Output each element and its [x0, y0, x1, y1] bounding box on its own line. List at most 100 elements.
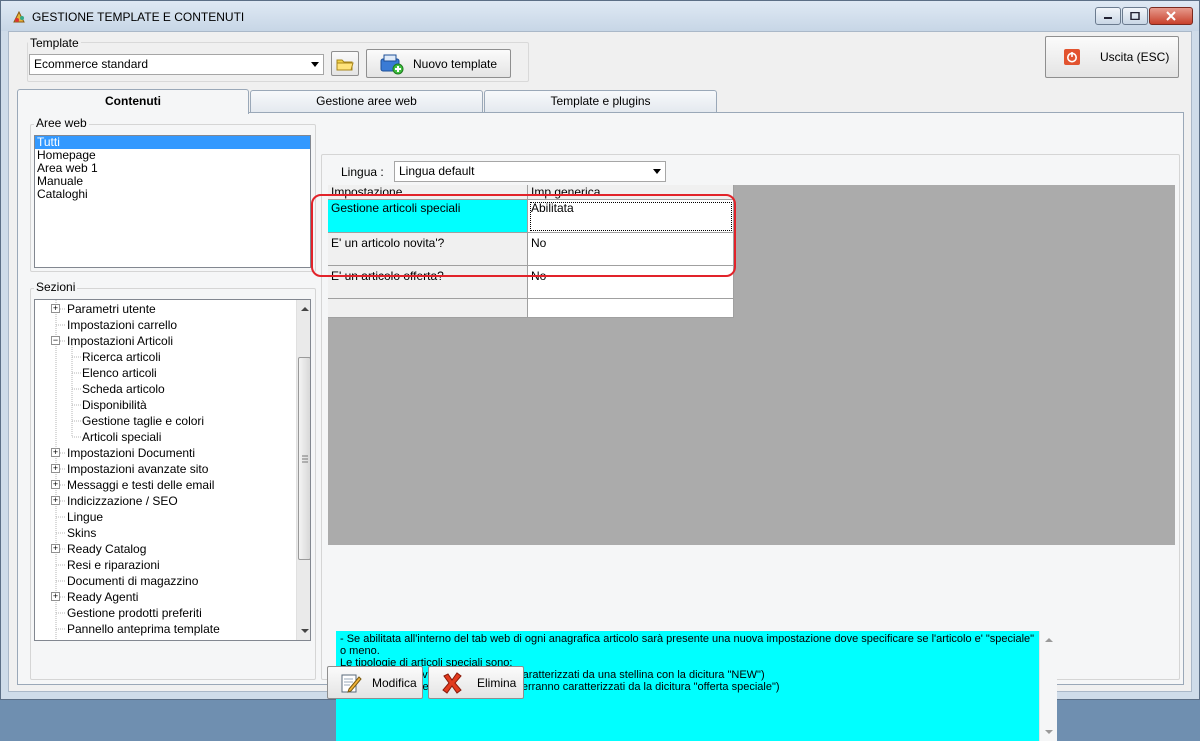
- sezioni-scrollbar[interactable]: [296, 300, 311, 640]
- app-window: GESTIONE TEMPLATE E CONTENUTI Template E…: [0, 0, 1200, 741]
- tree-item-label: Impostazioni avanzate sito: [67, 462, 209, 476]
- expand-icon[interactable]: +: [51, 496, 60, 505]
- list-item[interactable]: Cataloghi: [35, 188, 310, 201]
- exit-button[interactable]: Uscita (ESC): [1045, 36, 1179, 78]
- tree-item[interactable]: Disponibilità: [82, 397, 147, 413]
- tree-item-label: Documenti di magazzino: [67, 574, 199, 588]
- description-scrollbar[interactable]: [1039, 631, 1057, 741]
- template-label: Template: [28, 36, 81, 50]
- template-select-value: Ecommerce standard: [34, 57, 149, 71]
- scroll-down-icon[interactable]: [297, 624, 311, 638]
- folder-icon: [336, 59, 354, 70]
- grip-icon: [302, 455, 308, 463]
- close-button[interactable]: [1149, 7, 1193, 25]
- new-template-icon: [380, 54, 404, 74]
- tree-item[interactable]: Ricerca articoli: [82, 349, 161, 365]
- tree-item-label: Pannello anteprima template: [67, 622, 220, 636]
- tree-item-label: Lingue: [67, 510, 104, 524]
- sezioni-label: Sezioni: [34, 280, 78, 294]
- scroll-down-icon[interactable]: [1041, 726, 1057, 738]
- tree-item-label: Impostazioni Documenti: [67, 446, 196, 460]
- tree-item[interactable]: Parametri utente: [67, 301, 156, 317]
- tab-gestione-aree-web[interactable]: Gestione aree web: [250, 90, 483, 112]
- expand-icon[interactable]: +: [51, 544, 60, 553]
- aree-web-list[interactable]: Tutti Homepage Area web 1 Manuale Catalo…: [34, 135, 311, 268]
- elimina-button[interactable]: Elimina: [428, 666, 524, 699]
- delete-icon: [442, 671, 462, 694]
- new-template-label: Nuovo template: [413, 56, 498, 71]
- tree-item[interactable]: Scheda articolo: [82, 381, 165, 397]
- grid-empty-row: [328, 299, 528, 318]
- tab-template-plugins[interactable]: Template e plugins: [484, 90, 717, 112]
- tree-item[interactable]: Skins: [67, 525, 96, 541]
- tree-item-label: Skins: [67, 526, 97, 540]
- tree-item[interactable]: Pannello anteprima template: [67, 621, 220, 637]
- tree-item-label: Impostazioni Articoli: [67, 334, 174, 348]
- open-template-button[interactable]: [331, 51, 359, 76]
- tree-item[interactable]: Indicizzazione / SEO: [67, 493, 178, 509]
- elimina-label: Elimina: [477, 675, 517, 690]
- scroll-up-icon[interactable]: [297, 302, 311, 316]
- edit-icon: [341, 674, 362, 693]
- collapse-icon[interactable]: −: [51, 336, 60, 345]
- title-bar: GESTIONE TEMPLATE E CONTENUTI: [1, 1, 1199, 31]
- expand-icon[interactable]: +: [51, 304, 60, 313]
- tree-item[interactable]: Gestione taglie e colori: [82, 413, 204, 429]
- tree-item-label: Ricerca articoli: [82, 350, 161, 364]
- modifica-label: Modifica: [372, 675, 417, 690]
- tree-item[interactable]: Impostazioni avanzate sito: [67, 461, 208, 477]
- maximize-button[interactable]: [1122, 7, 1148, 25]
- app-icon: [13, 10, 25, 23]
- chevron-down-icon: [653, 169, 661, 174]
- scroll-thumb[interactable]: [298, 357, 310, 560]
- tab-contenuti[interactable]: Contenuti: [17, 89, 249, 114]
- tree-item[interactable]: Articoli speciali: [82, 429, 161, 445]
- tree-item[interactable]: Impostazioni Documenti: [67, 445, 195, 461]
- minimize-button[interactable]: [1095, 7, 1121, 25]
- tree-item-label: Gestione taglie e colori: [82, 414, 205, 428]
- lingua-select[interactable]: Lingua default: [394, 161, 666, 182]
- tree-item-label: Scheda articolo: [82, 382, 165, 396]
- expand-icon[interactable]: +: [51, 480, 60, 489]
- tree-item-label: Resi e riparazioni: [67, 558, 160, 572]
- sezioni-tree[interactable]: + Parametri utente Impostazioni carrello − I…: [34, 299, 311, 641]
- window-title: GESTIONE TEMPLATE E CONTENUTI: [32, 10, 245, 24]
- chevron-down-icon: [311, 62, 319, 67]
- tree-item[interactable]: Resi e riparazioni: [67, 557, 160, 573]
- aree-web-label: Aree web: [34, 116, 89, 130]
- client-area: Template Ecommerce standard Nuovo templa…: [8, 31, 1192, 741]
- tree-item[interactable]: Ready Agenti: [67, 589, 138, 605]
- new-template-button[interactable]: Nuovo template: [366, 49, 511, 78]
- tree-item[interactable]: Documenti di magazzino: [67, 573, 198, 589]
- tree-item-label: Elenco articoli: [82, 366, 157, 380]
- tab-template-plugins-label: Template e plugins: [550, 94, 651, 108]
- tree-item[interactable]: Gestione prodotti preferiti: [67, 605, 202, 621]
- scroll-up-icon[interactable]: [1041, 634, 1057, 646]
- tree-item-label: Ready Catalog: [67, 542, 147, 556]
- close-icon: [1166, 11, 1176, 21]
- grid-empty-row: [528, 299, 734, 318]
- expand-icon[interactable]: +: [51, 464, 60, 473]
- tree-item-label: Articoli speciali: [82, 430, 162, 444]
- tree-item[interactable]: Impostazioni carrello: [67, 317, 177, 333]
- template-select[interactable]: Ecommerce standard: [29, 54, 324, 75]
- maximize-icon: [1130, 12, 1140, 20]
- tree-item-label: Disponibilità: [82, 398, 147, 412]
- expand-icon[interactable]: +: [51, 592, 60, 601]
- tree-item-label: Parametri utente: [67, 302, 156, 316]
- power-icon: [1064, 49, 1080, 65]
- tree-item[interactable]: Lingue: [67, 509, 103, 525]
- description-line: - Se abilitata all'interno del tab web d…: [340, 633, 1035, 657]
- tab-gestione-aree-web-label: Gestione aree web: [316, 94, 417, 108]
- tree-item[interactable]: Ready Catalog: [67, 541, 146, 557]
- tree-item[interactable]: Messaggi e testi delle email: [67, 477, 214, 493]
- expand-icon[interactable]: +: [51, 448, 60, 457]
- modifica-button[interactable]: Modifica: [327, 666, 423, 699]
- lingua-select-value: Lingua default: [399, 164, 475, 178]
- tree-item-label: Ready Agenti: [67, 590, 139, 604]
- tree-item[interactable]: Elenco articoli: [82, 365, 157, 381]
- annotation-highlight: [311, 194, 736, 277]
- tree-item-label: Impostazioni carrello: [67, 318, 178, 332]
- tree-item[interactable]: Impostazioni Articoli: [67, 333, 173, 349]
- tree-item-label: Indicizzazione / SEO: [67, 494, 178, 508]
